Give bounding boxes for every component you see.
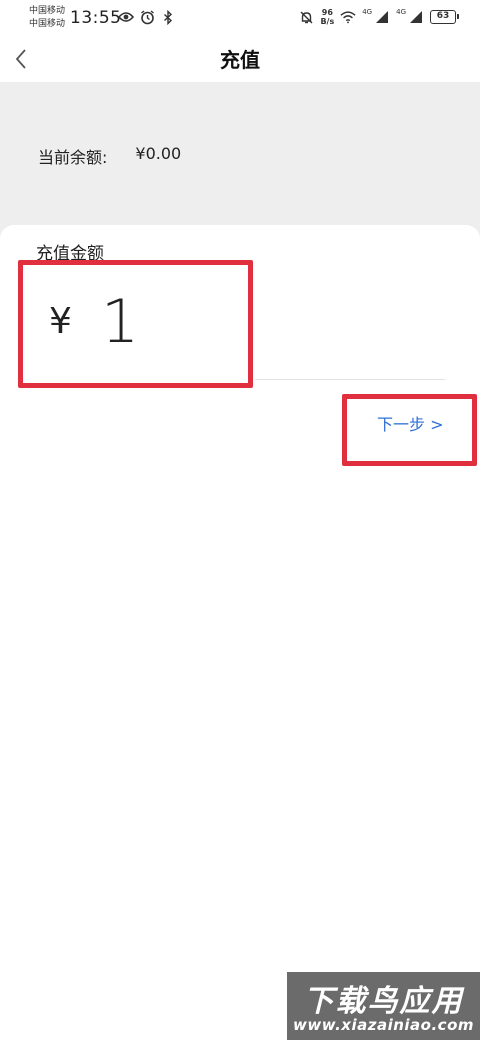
amount-input[interactable]: 1 (101, 287, 139, 357)
signal-1-label: 4G (362, 8, 373, 16)
balance-value: ¥0.00 (135, 144, 182, 163)
net-speed-unit: B/s (320, 17, 335, 26)
signal-2-label: 4G (396, 8, 406, 16)
net-speed: 96 B/s (320, 8, 334, 26)
watermark-logo: 下载鸟应用 www.xiazainiao.com (287, 972, 480, 1040)
mute-bell-icon (298, 9, 314, 25)
amount-input-highlight[interactable]: ¥ 1 (18, 260, 253, 388)
carrier-1: 中国移动 (29, 6, 66, 16)
amount-input-underline (255, 379, 445, 380)
balance-label: 当前余额: (38, 148, 108, 167)
currency-symbol: ¥ (49, 301, 72, 342)
eye-icon (118, 9, 134, 25)
watermark-text: 下载鸟应用 (303, 984, 464, 1019)
next-step-button[interactable]: 下一步 > (377, 411, 444, 435)
wifi-icon (340, 9, 356, 25)
battery-icon: 63 (430, 10, 459, 24)
carrier-info: 中国移动 中国移动 (29, 5, 65, 31)
next-step-highlight[interactable]: 下一步 > (342, 394, 477, 466)
recharge-screen: 中国移动 中国移动 13:55 96 B/s 4G 4G 63 充值 当前余额:… (0, 0, 480, 1040)
status-right-icons: 96 B/s 4G 4G 63 (298, 8, 459, 26)
signal-1-icon (374, 9, 390, 25)
signal-2-icon (408, 9, 424, 25)
nav-bar: 充值 (0, 36, 480, 82)
recharge-card: 充值金额 ¥ 1 下一步 > (0, 225, 480, 1040)
alarm-icon (139, 9, 155, 25)
status-bar: 中国移动 中国移动 13:55 96 B/s 4G 4G 63 (0, 0, 480, 36)
status-left-icons (118, 9, 176, 25)
carrier-2: 中国移动 (29, 19, 66, 29)
balance-row: 当前余额: ¥0.00 (38, 144, 181, 168)
battery-level: 63 (436, 11, 450, 21)
page-title: 充值 (220, 48, 260, 72)
net-speed-value: 96 (321, 8, 333, 17)
status-time: 13:55 (70, 8, 122, 28)
bluetooth-icon (160, 9, 176, 25)
watermark-url: www.xiazainiao.com (292, 1016, 475, 1034)
